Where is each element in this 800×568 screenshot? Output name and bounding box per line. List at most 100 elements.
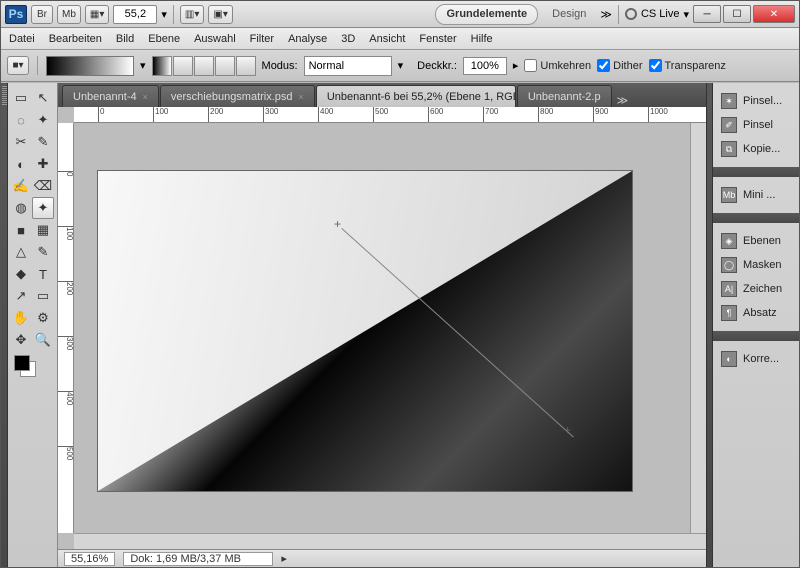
panel-label: Pinsel	[743, 119, 773, 131]
status-doc-info[interactable]: Dok: 1,69 MB/3,37 MB	[123, 552, 273, 566]
tool-extra[interactable]: 🔍	[32, 329, 54, 351]
doc-tab-active[interactable]: Unbenannt-6 bei 55,2% (Ebene 1, RGB/8) *…	[316, 85, 516, 107]
tool-dodge[interactable]: ▦	[32, 219, 54, 241]
horizontal-scrollbar[interactable]	[74, 533, 706, 549]
close-icon[interactable]: ×	[143, 92, 148, 102]
left-dock-rail[interactable]	[1, 83, 8, 567]
document-tabstrip: Unbenannt-4× verschiebungsmatrix.psd× Un…	[58, 83, 706, 107]
status-zoom[interactable]: 55,16%	[64, 552, 115, 566]
panel-item[interactable]: ✶Pinsel...	[717, 89, 795, 113]
panel-item[interactable]: ¶Absatz	[717, 301, 795, 325]
dropdown-icon[interactable]: ▸	[281, 552, 287, 565]
canvas[interactable]	[98, 171, 632, 491]
tool-pen[interactable]: △	[10, 241, 32, 263]
close-button[interactable]: ✕	[753, 5, 795, 23]
panel-item[interactable]: ◐Korre...	[717, 347, 795, 371]
zoom-level-field[interactable]: 55,2	[113, 5, 157, 24]
ps-logo: Ps	[5, 5, 27, 24]
doc-tab[interactable]: verschiebungsmatrix.psd×	[160, 85, 315, 107]
tool-rotate[interactable]: ⚙	[32, 307, 54, 329]
tool-gradient[interactable]: ✦	[32, 197, 54, 219]
ruler-horizontal[interactable]: 01002003004005006007008009001000	[74, 107, 706, 123]
right-dock-rail[interactable]	[706, 83, 713, 567]
stage[interactable]: + +	[74, 123, 690, 533]
tool-shape[interactable]: T	[32, 263, 54, 285]
dropdown-icon[interactable]: ▾	[398, 59, 404, 72]
tool-type[interactable]: ✎	[32, 241, 54, 263]
tool-select[interactable]: ↖	[32, 87, 54, 109]
dropdown-icon[interactable]: ▾	[140, 59, 146, 72]
tool-move[interactable]: ▭	[10, 87, 32, 109]
gradient-diamond-button[interactable]	[236, 56, 256, 76]
status-bar: 55,16% Dok: 1,69 MB/3,37 MB ▸	[58, 549, 706, 567]
tool-history[interactable]: ⌫	[32, 175, 54, 197]
tool-blur[interactable]: ■	[10, 219, 32, 241]
panel-item[interactable]: ✐ Pinsel	[717, 113, 795, 137]
tabs-overflow-icon[interactable]: ≫	[617, 94, 629, 107]
panel-item[interactable]: A|Zeichen	[717, 277, 795, 301]
menu-window[interactable]: Fenster	[419, 33, 456, 45]
doc-tab[interactable]: Unbenannt-2.p	[517, 85, 612, 107]
menu-file[interactable]: Datei	[9, 33, 35, 45]
close-icon[interactable]: ×	[299, 92, 304, 102]
color-swatch[interactable]	[14, 355, 36, 377]
maximize-button[interactable]: ☐	[723, 5, 751, 23]
panel-icon: ✐	[721, 117, 737, 133]
gradient-linear-button[interactable]	[152, 56, 172, 76]
minimize-button[interactable]: ─	[693, 5, 721, 23]
workspace-design[interactable]: Design	[542, 4, 596, 25]
doc-tab[interactable]: Unbenannt-4×	[62, 85, 159, 107]
workspace-active[interactable]: Grundelemente	[435, 4, 538, 25]
bridge-button[interactable]: Br	[31, 5, 53, 24]
reverse-checkbox[interactable]: Umkehren	[524, 59, 591, 72]
menu-help[interactable]: Hilfe	[471, 33, 493, 45]
tool-3dcam[interactable]: ▭	[32, 285, 54, 307]
panel-item[interactable]: ◯Masken	[717, 253, 795, 277]
menu-select[interactable]: Auswahl	[194, 33, 236, 45]
tool-stamp[interactable]: ✍	[10, 175, 32, 197]
vertical-scrollbar[interactable]	[690, 123, 706, 533]
tool-crop[interactable]: ✂	[10, 131, 32, 153]
fg-color[interactable]	[14, 355, 30, 371]
gradient-radial-button[interactable]	[173, 56, 193, 76]
panel-item[interactable]: MbMini ...	[717, 183, 795, 207]
tool-hand[interactable]: ✋	[10, 307, 32, 329]
gradient-reflected-button[interactable]	[215, 56, 235, 76]
menu-view[interactable]: Ansicht	[369, 33, 405, 45]
menu-layer[interactable]: Ebene	[148, 33, 180, 45]
tool-eyedrop[interactable]: ✎	[32, 131, 54, 153]
tool-zoom[interactable]: ✥	[10, 329, 32, 351]
tool-heal[interactable]: ◐	[10, 153, 32, 175]
menu-3d[interactable]: 3D	[341, 33, 355, 45]
tool-wand[interactable]: ✦	[32, 109, 54, 131]
gradient-angle-button[interactable]	[194, 56, 214, 76]
panel-icon: ◐	[721, 351, 737, 367]
mode-field[interactable]: Normal	[304, 56, 392, 76]
ruler-vertical[interactable]: 0100200300400500	[58, 123, 74, 533]
screenmode-dropdown[interactable]: ▣▾	[208, 5, 232, 24]
tool-lasso[interactable]: ◌	[10, 109, 32, 131]
layout-dropdown[interactable]: ▦▾	[85, 5, 109, 24]
ruler-tick: 800	[538, 107, 553, 123]
opacity-field[interactable]: 100%	[463, 57, 507, 75]
tool-brush[interactable]: ✚	[32, 153, 54, 175]
menu-analysis[interactable]: Analyse	[288, 33, 327, 45]
dropdown-icon[interactable]: ▸	[513, 59, 519, 72]
transparency-checkbox[interactable]: Transparenz	[649, 59, 726, 72]
tool-path[interactable]: ◆	[10, 263, 32, 285]
panel-item[interactable]: ⧉Kopie...	[717, 137, 795, 161]
gradient-preview[interactable]	[46, 56, 134, 76]
menu-filter[interactable]: Filter	[250, 33, 274, 45]
dither-checkbox[interactable]: Dither	[597, 59, 642, 72]
arrange-dropdown[interactable]: ▥▾	[180, 5, 204, 24]
tool-3d[interactable]: ↗	[10, 285, 32, 307]
menu-edit[interactable]: Bearbeiten	[49, 33, 102, 45]
menu-image[interactable]: Bild	[116, 33, 134, 45]
dropdown-icon[interactable]: ▾	[161, 8, 167, 21]
tool-eraser[interactable]: ◍	[10, 197, 32, 219]
cslive-button[interactable]: CS Live ▾	[625, 8, 689, 21]
tool-preset-dropdown[interactable]: ■▾	[7, 56, 29, 75]
panel-item[interactable]: ◈Ebenen	[717, 229, 795, 253]
workspace-more-icon[interactable]: ≫	[600, 8, 612, 21]
minibridge-button[interactable]: Mb	[57, 5, 81, 24]
